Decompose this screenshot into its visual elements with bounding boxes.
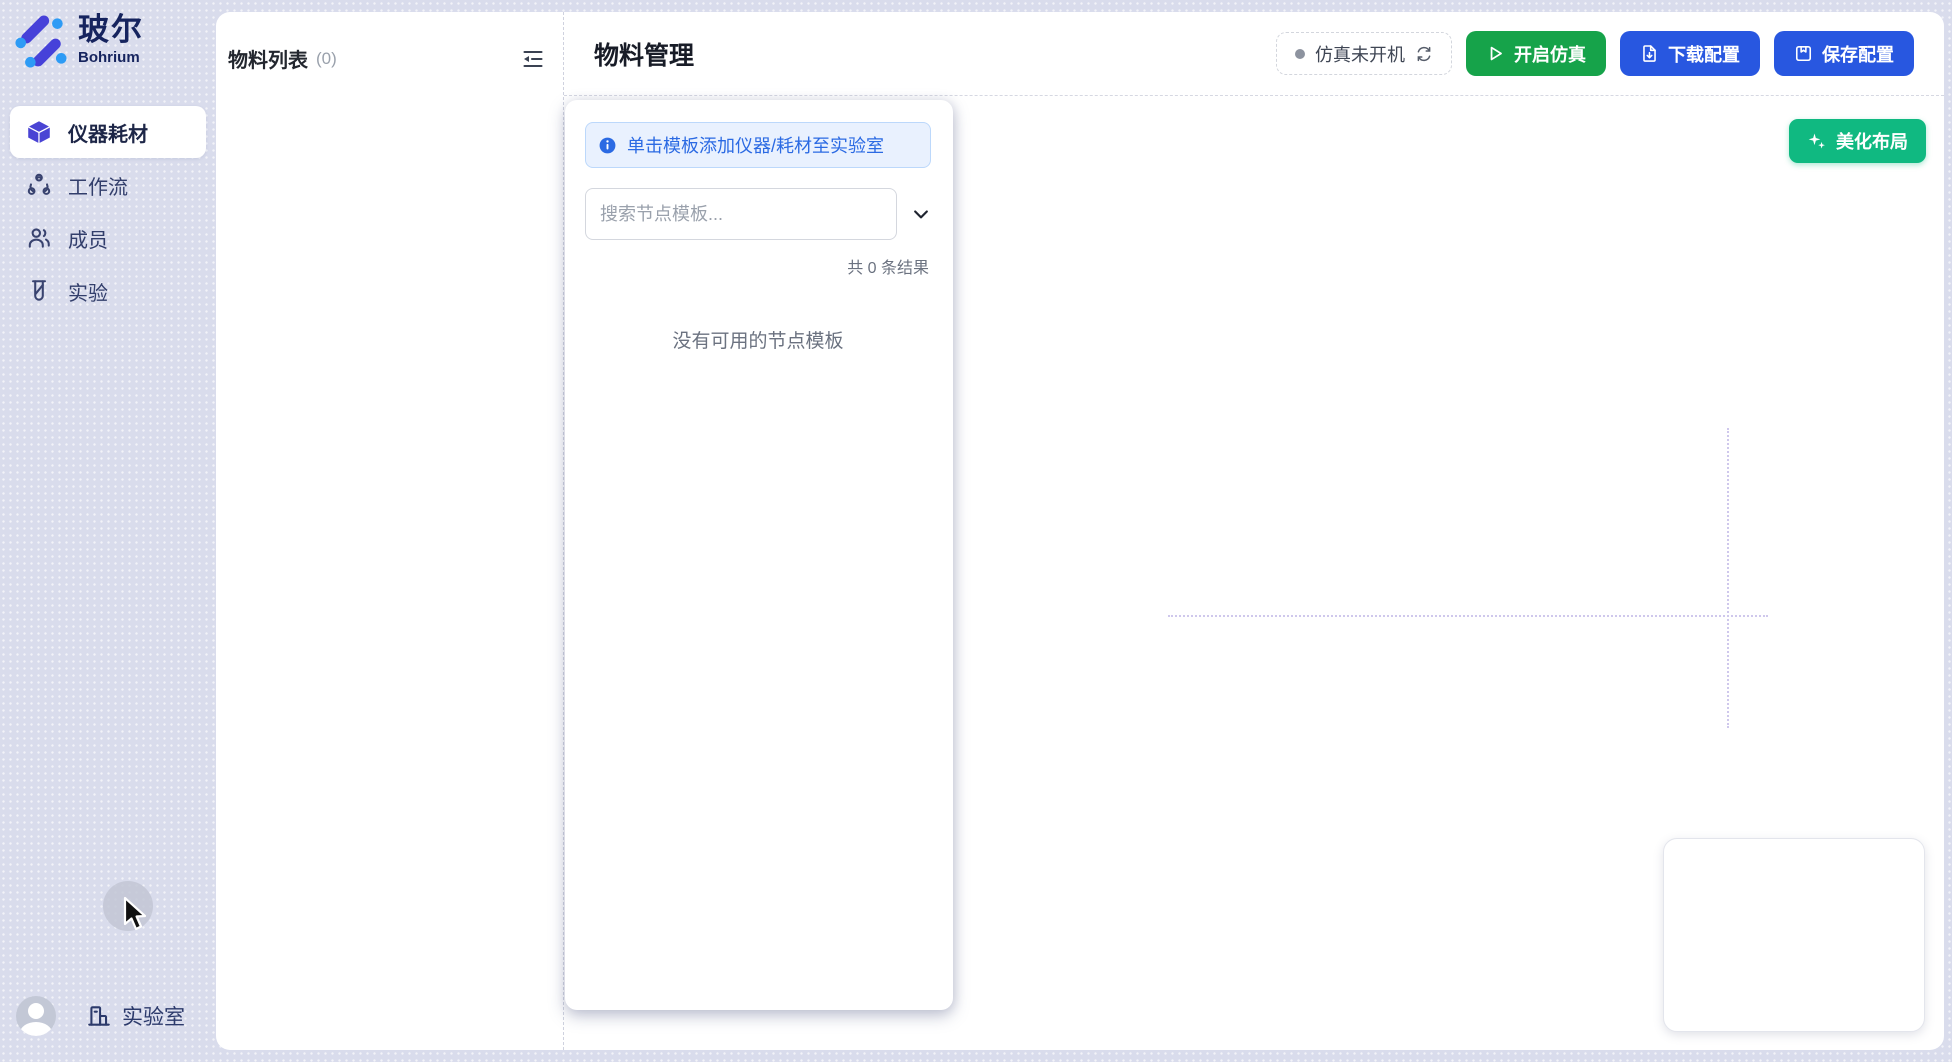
page-header: 物料管理 仿真未开机 开启仿真 [564, 12, 1944, 96]
lab-switcher[interactable]: 实验室 [86, 1001, 185, 1031]
info-banner: 单击模板添加仪器/耗材至实验室 [585, 122, 931, 168]
download-config-button[interactable]: 下载配置 [1620, 31, 1760, 76]
workflow-icon [26, 172, 52, 198]
template-search-input[interactable] [585, 188, 897, 240]
collapse-panel-button[interactable] [521, 47, 545, 71]
status-dot-icon [1295, 49, 1305, 59]
refresh-icon[interactable] [1415, 45, 1433, 63]
sidebar-item-workflow[interactable]: 工作流 [10, 159, 206, 211]
minimap[interactable] [1663, 838, 1925, 1032]
download-config-label: 下载配置 [1668, 41, 1740, 67]
empty-state-text: 没有可用的节点模板 [585, 326, 931, 353]
material-list-title: 物料列表 [228, 44, 308, 73]
play-icon [1486, 44, 1505, 63]
user-avatar[interactable] [16, 996, 56, 1036]
status-label: 仿真未开机 [1315, 41, 1405, 67]
info-banner-text: 单击模板添加仪器/耗材至实验室 [627, 132, 884, 158]
sparkles-icon [1807, 131, 1827, 151]
page-title: 物料管理 [594, 36, 694, 72]
sidebar-item-label: 实验 [68, 277, 108, 306]
alignment-guide-vertical [1727, 428, 1729, 728]
beautify-layout-label: 美化布局 [1836, 128, 1908, 154]
building-icon [86, 1003, 112, 1029]
members-icon [26, 225, 52, 251]
cube-icon [26, 119, 52, 145]
template-search-row [585, 188, 931, 240]
brand-name: 玻尔 [78, 14, 144, 47]
start-simulation-button[interactable]: 开启仿真 [1466, 31, 1606, 76]
lab-label: 实验室 [122, 1001, 185, 1031]
simulation-status-pill: 仿真未开机 [1276, 32, 1452, 75]
start-simulation-label: 开启仿真 [1514, 41, 1586, 67]
header-actions: 仿真未开机 开启仿真 [1276, 31, 1914, 76]
save-icon [1794, 44, 1813, 63]
material-list-header: 物料列表 (0) [216, 12, 563, 73]
chevron-down-icon[interactable] [911, 204, 931, 224]
app-root: 玻尔 Bohrium 仪器耗材 工作流 [0, 0, 1952, 1062]
material-list-panel: 物料列表 (0) [216, 12, 563, 1050]
sidebar-item-label: 仪器耗材 [68, 118, 148, 147]
info-icon [598, 136, 617, 155]
mouse-cursor-icon [121, 896, 151, 934]
sidebar-item-members[interactable]: 成员 [10, 212, 206, 264]
brand-logo: 玻尔 Bohrium [14, 14, 144, 68]
sidebar-nav: 仪器耗材 工作流 成员 [10, 106, 206, 317]
save-config-button[interactable]: 保存配置 [1774, 31, 1914, 76]
alignment-guide-horizontal [1168, 615, 1768, 617]
main-container: 物料列表 (0) 物料管理 仿真未开机 [216, 12, 1944, 1050]
bohrium-logo-icon [14, 14, 68, 68]
node-template-panel: 单击模板添加仪器/耗材至实验室 共 0 条结果 没有可用的节点模板 [565, 100, 953, 1010]
experiment-icon [26, 278, 52, 304]
brand-subtitle: Bohrium [78, 49, 144, 66]
beautify-layout-button[interactable]: 美化布局 [1789, 119, 1926, 163]
sidebar-item-experiments[interactable]: 实验 [10, 265, 206, 317]
sidebar-item-instruments[interactable]: 仪器耗材 [10, 106, 206, 158]
menu-fold-icon [521, 47, 545, 71]
file-download-icon [1640, 44, 1659, 63]
sidebar: 玻尔 Bohrium 仪器耗材 工作流 [0, 0, 216, 1062]
result-count: 共 0 条结果 [585, 254, 931, 278]
save-config-label: 保存配置 [1822, 41, 1894, 67]
material-list-count: (0) [316, 49, 337, 69]
sidebar-item-label: 成员 [68, 224, 108, 253]
brand-text: 玻尔 Bohrium [78, 14, 144, 66]
sidebar-item-label: 工作流 [68, 171, 128, 200]
sidebar-footer: 实验室 [16, 996, 185, 1036]
